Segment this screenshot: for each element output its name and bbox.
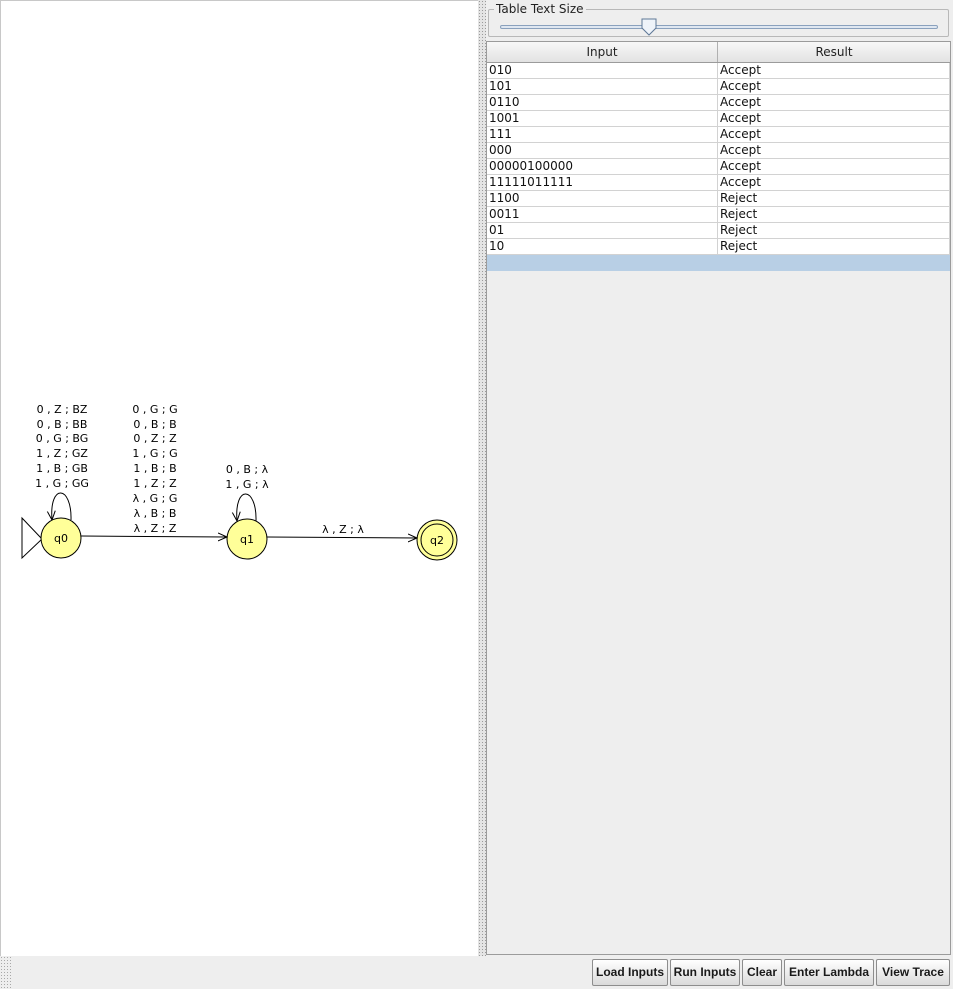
edge-q0-q1 [80,536,227,537]
cell-input[interactable]: 010 [487,63,718,79]
cell-result[interactable]: Accept [718,175,950,191]
table-row[interactable]: 1100 Reject [487,191,950,207]
state-q2-label: q2 [430,534,444,547]
transition-label: λ , G ; G [133,492,178,505]
column-header-result[interactable]: Result [718,42,950,62]
table-row[interactable]: 000 Accept [487,143,950,159]
split-pane-divider[interactable] [478,0,486,956]
cell-result[interactable]: Reject [718,191,950,207]
transition-label: 1 , Z ; Z [133,477,177,490]
table-row[interactable]: 101 Accept [487,79,950,95]
cell-result[interactable] [718,255,950,271]
table-row[interactable]: 0110 Accept [487,95,950,111]
cell-result[interactable]: Accept [718,159,950,175]
transition-label: 0 , G ; G [132,403,177,416]
transition-label: 1 , G ; GG [35,477,89,490]
table-body: 010 Accept 101 Accept 0110 Accept 1001 A… [487,63,950,271]
slider-thumb[interactable] [641,18,657,36]
transition-label: 1 , G ; G [132,447,177,460]
state-q0-label: q0 [54,532,68,545]
edge-q0-loop [52,492,72,520]
cell-input[interactable]: 0110 [487,95,718,111]
cell-result[interactable]: Accept [718,111,950,127]
q0-q1-labels: 0 , G ; G 0 , B ; B 0 , Z ; Z 1 , G ; G … [132,403,177,535]
cell-input[interactable]: 1001 [487,111,718,127]
transition-label: 1 , B ; GB [36,462,88,475]
transition-label: 1 , G ; λ [225,478,269,491]
transition-label: 0 , B ; BB [37,418,88,431]
cell-input[interactable]: 111 [487,127,718,143]
table-row[interactable]: 00000100000 Accept [487,159,950,175]
cell-result[interactable]: Accept [718,95,950,111]
transition-label: 0 , B ; λ [226,463,269,476]
transition-label: λ , B ; B [134,507,177,520]
table-row[interactable]: 10 Reject [487,239,950,255]
table-row[interactable]: 010 Accept [487,63,950,79]
load-inputs-button[interactable]: Load Inputs [592,959,668,986]
cell-input[interactable]: 01 [487,223,718,239]
transition-label: λ , Z ; λ [322,523,364,536]
table-row[interactable]: 1001 Accept [487,111,950,127]
table-row[interactable]: 111 Accept [487,127,950,143]
state-q1-label: q1 [240,533,254,546]
cell-result[interactable]: Reject [718,239,950,255]
cell-input[interactable]: 000 [487,143,718,159]
table-row[interactable]: 0011 Reject [487,207,950,223]
table-text-size-title: Table Text Size [494,2,586,16]
cell-input[interactable]: 10 [487,239,718,255]
initial-state-marker [21,516,43,560]
input-table-panel: Table Text Size Input Result 010 Accept … [486,0,953,956]
q1-loop-labels: 0 , B ; λ 1 , G ; λ [225,463,269,491]
transition-label: 0 , B ; B [133,418,176,431]
table-text-size-slider[interactable] [500,25,938,29]
input-results-table[interactable]: Input Result 010 Accept 101 Accept 0110 … [486,41,951,955]
q1-q2-labels: λ , Z ; λ [322,523,364,536]
resize-grip[interactable] [0,956,12,989]
table-header: Input Result [487,42,950,63]
transition-label: 0 , G ; BG [36,432,89,445]
transition-label: 1 , B ; B [133,462,176,475]
cell-input[interactable]: 00000100000 [487,159,718,175]
transition-label: 1 , Z ; GZ [36,447,88,460]
cell-input[interactable]: 1100 [487,191,718,207]
column-header-input[interactable]: Input [487,42,718,62]
cell-input[interactable]: 11111011111 [487,175,718,191]
table-row[interactable]: 11111011111 Accept [487,175,950,191]
cell-result[interactable]: Accept [718,79,950,95]
edge-q1-loop [237,493,257,521]
state-q0[interactable]: q0 [40,517,82,559]
table-row-selected[interactable] [487,255,950,271]
cell-input[interactable]: 101 [487,79,718,95]
cell-input[interactable] [487,255,718,271]
state-q2[interactable]: q2 [416,519,458,561]
state-q1[interactable]: q1 [226,518,268,560]
cell-input[interactable]: 0011 [487,207,718,223]
cell-result[interactable]: Reject [718,207,950,223]
transition-label: 0 , Z ; Z [133,432,177,445]
cell-result[interactable]: Reject [718,223,950,239]
transition-label: 0 , Z ; BZ [37,403,88,416]
cell-result[interactable]: Accept [718,127,950,143]
edge-q1-q2 [266,537,417,538]
cell-result[interactable]: Accept [718,143,950,159]
transition-label: λ , Z ; Z [134,522,177,535]
clear-button[interactable]: Clear [742,959,782,986]
enter-lambda-button[interactable]: Enter Lambda [784,959,874,986]
automaton-canvas[interactable]: q0 q1 q2 0 , Z ; BZ 0 , B ; BB 0 , G ; B… [0,0,478,956]
table-text-size-group: Table Text Size [488,2,949,37]
button-bar: Load Inputs Run Inputs Clear Enter Lambd… [0,956,953,989]
automaton-diagram: q0 q1 q2 0 , Z ; BZ 0 , B ; BB 0 , G ; B… [21,403,458,561]
table-row[interactable]: 01 Reject [487,223,950,239]
cell-result[interactable]: Accept [718,63,950,79]
q0-loop-labels: 0 , Z ; BZ 0 , B ; BB 0 , G ; BG 1 , Z ;… [35,403,89,490]
view-trace-button[interactable]: View Trace [876,959,950,986]
run-inputs-button[interactable]: Run Inputs [670,959,740,986]
